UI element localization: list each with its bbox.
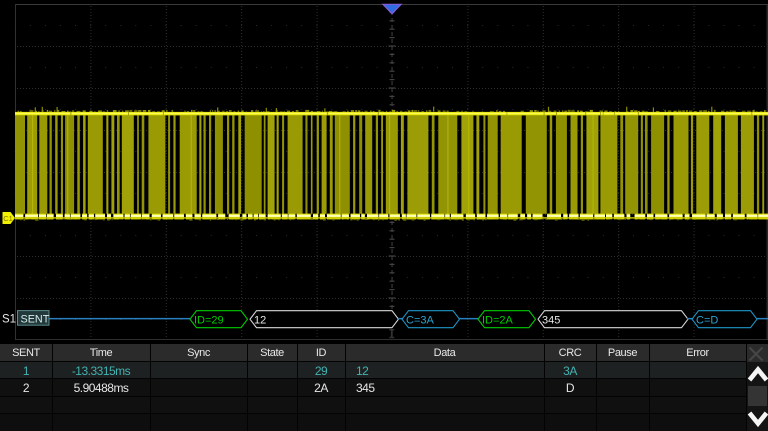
svg-text:C=D: C=D <box>696 315 718 327</box>
svg-text:ID=29: ID=29 <box>194 315 224 327</box>
svg-text:C=3A: C=3A <box>406 315 434 327</box>
svg-text:SENT: SENT <box>21 313 50 325</box>
svg-text:345: 345 <box>542 315 560 327</box>
svg-text:C1: C1 <box>3 214 13 223</box>
svg-text:S1: S1 <box>2 314 16 326</box>
svg-text:12: 12 <box>254 315 266 327</box>
svg-text:ID=2A: ID=2A <box>482 315 514 327</box>
